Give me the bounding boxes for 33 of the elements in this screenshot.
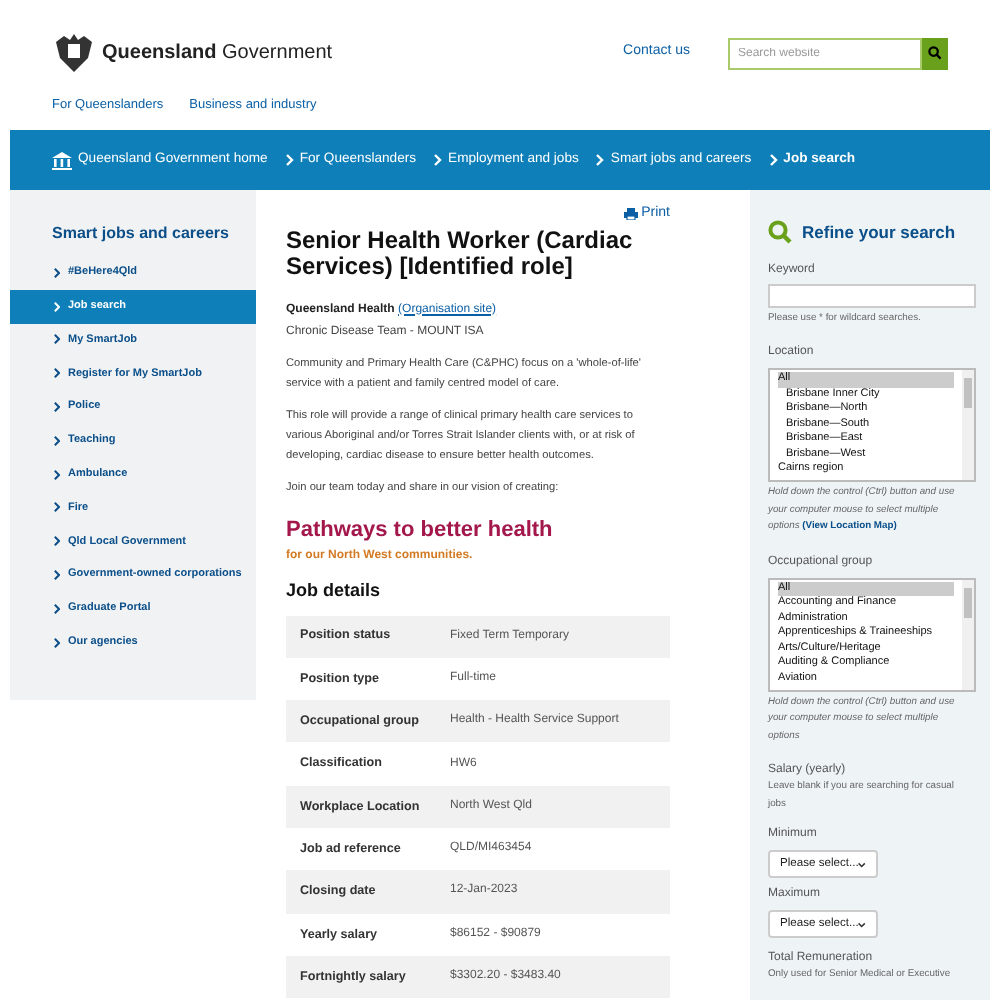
- search-icon: [768, 220, 792, 245]
- chevron-right-icon: [54, 402, 60, 413]
- building-icon: [52, 151, 72, 169]
- panel-heading: Refine your search: [802, 220, 956, 246]
- chevron-right-icon: [54, 435, 60, 446]
- scrollbar[interactable]: [962, 579, 974, 690]
- chevron-right-icon: [54, 637, 60, 648]
- search-icon: [928, 46, 942, 60]
- section-heading: Job details: [286, 578, 383, 604]
- chevron-down-icon: [858, 921, 866, 928]
- chevron-right-icon: [54, 536, 60, 547]
- chevron-right-icon: [54, 334, 60, 345]
- chevron-down-icon: [858, 861, 866, 868]
- chevron-right-icon: [54, 603, 60, 614]
- search-button[interactable]: [922, 37, 948, 69]
- keyword-field[interactable]: [768, 283, 976, 308]
- chevron-right-icon: [54, 368, 60, 379]
- chevron-right-icon: [769, 154, 778, 166]
- chevron-right-icon: [434, 154, 443, 166]
- chevron-right-icon: [596, 154, 605, 166]
- chevron-right-icon: [54, 301, 60, 312]
- chevron-right-icon: [54, 267, 60, 278]
- tagline-heading: Pathways to better health: [286, 515, 555, 545]
- chevron-right-icon: [54, 570, 60, 581]
- printer-icon: [623, 208, 638, 221]
- job-title: Senior Health Worker (Cardiac Services) [Identified role]: [286, 227, 635, 279]
- sidebar-heading: Smart jobs and careers: [50, 222, 231, 246]
- chevron-right-icon: [54, 469, 60, 480]
- chevron-right-icon: [54, 502, 60, 513]
- crest-logo-icon[interactable]: [52, 33, 96, 73]
- site-logo-text[interactable]: Queensland Government: [102, 38, 333, 68]
- chevron-right-icon: [285, 154, 294, 166]
- scrollbar[interactable]: [962, 370, 974, 481]
